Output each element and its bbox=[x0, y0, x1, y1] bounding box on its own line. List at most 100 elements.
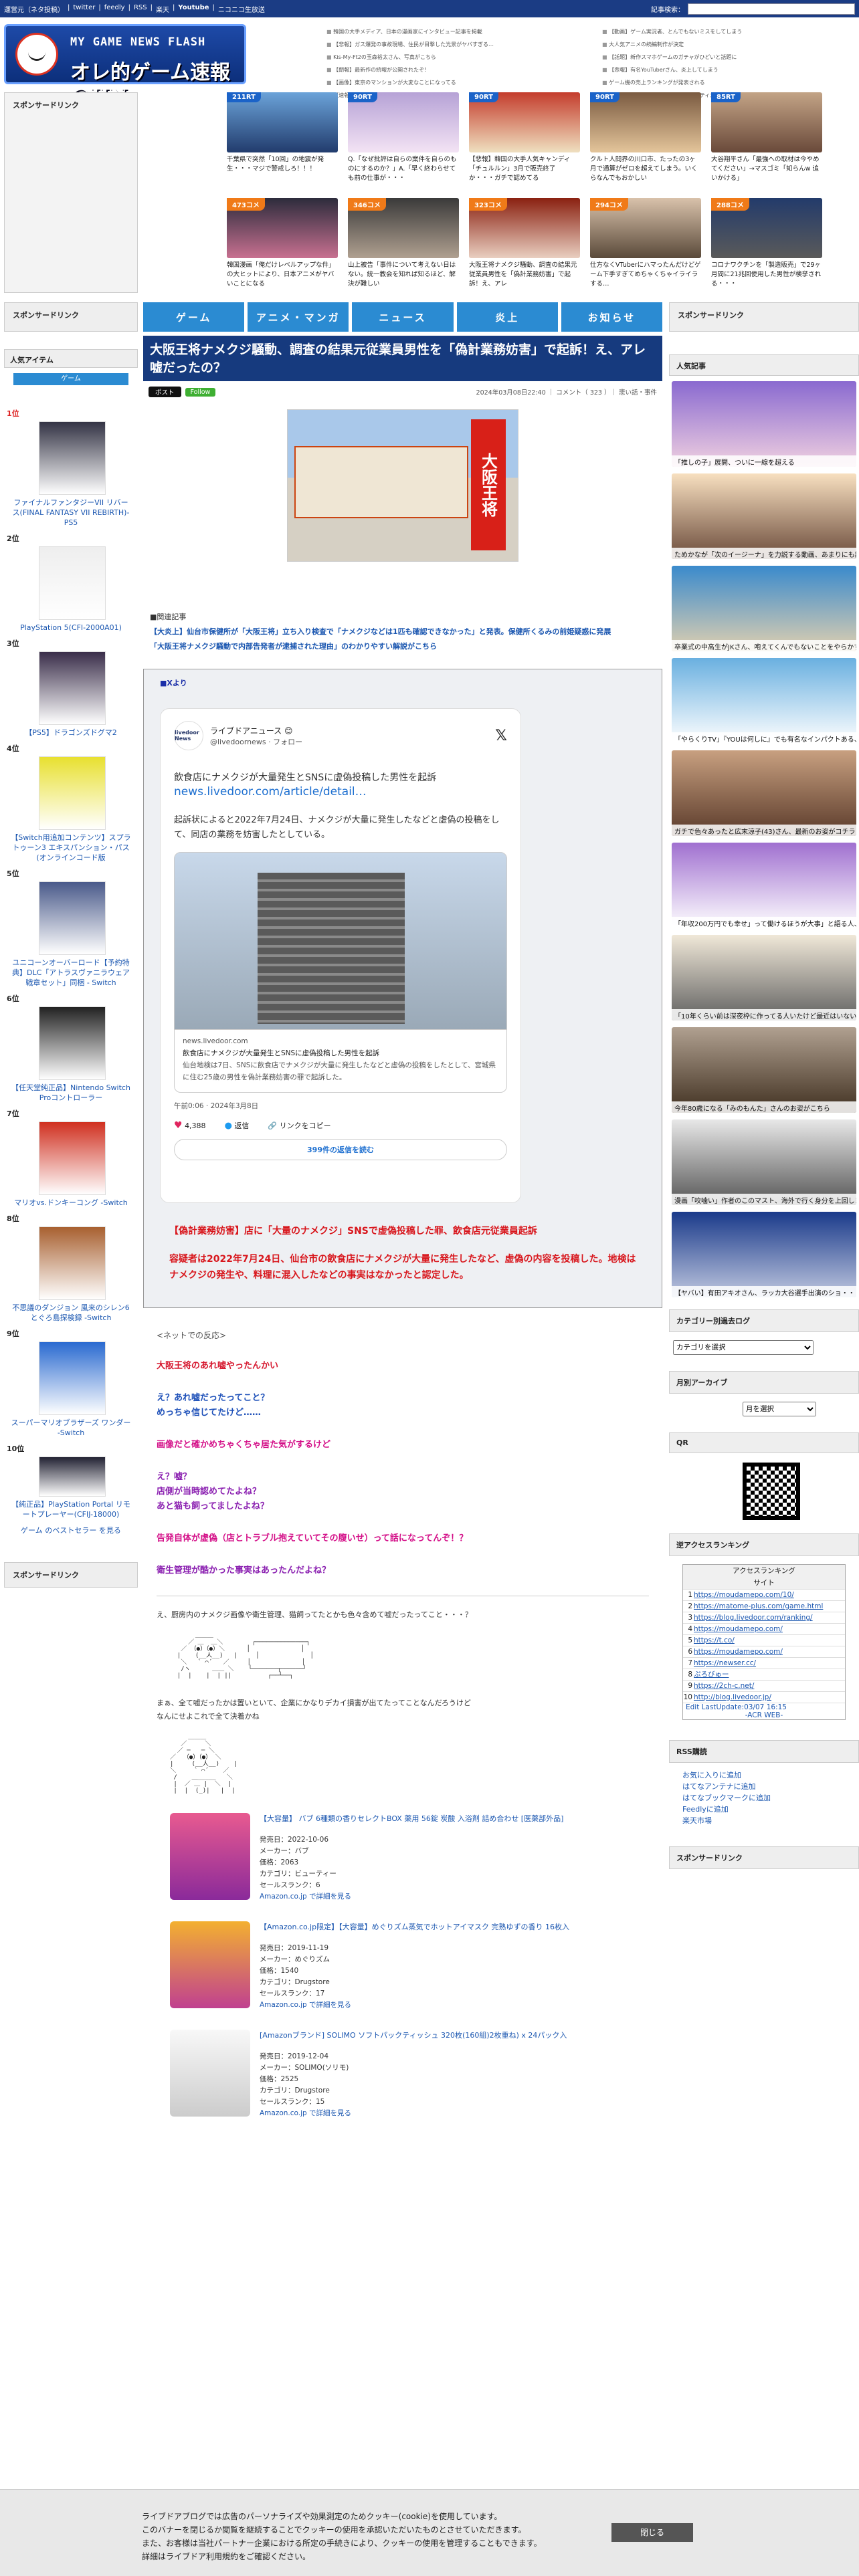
heart-icon[interactable]: ♥ bbox=[174, 1120, 183, 1131]
acr-credit[interactable]: -ACR WEB- bbox=[683, 1711, 845, 1719]
acr-link[interactable]: https://blog.livedoor.com/ranking/ bbox=[694, 1612, 813, 1623]
ranking-image[interactable] bbox=[39, 1121, 106, 1195]
pickup-item[interactable]: 323コメ 大阪王将ナメクジ騒動、調査の結果元従業員男性を「偽計業務妨害」で起訴！… bbox=[466, 198, 583, 298]
product-image[interactable] bbox=[170, 2030, 250, 2117]
nav-item[interactable]: お知らせ bbox=[561, 302, 663, 332]
ranking-title[interactable]: 不思議のダンジョン 風来のシレン6 とぐろ島探検録 -Switch bbox=[4, 1300, 138, 1325]
nav-item[interactable]: ニュース bbox=[352, 302, 454, 332]
ranking-image[interactable] bbox=[39, 1341, 106, 1415]
ranking-image[interactable] bbox=[39, 881, 106, 955]
ranking-image[interactable] bbox=[39, 1457, 106, 1497]
acr-link[interactable]: ぷろびゅー bbox=[694, 1669, 729, 1680]
pickup-caption[interactable]: 韓国漫画「俺だけレベルアップな件」の大ヒットにより、日本アニメがヤバいことになる bbox=[227, 261, 338, 289]
follow-button[interactable]: Follow bbox=[185, 387, 216, 397]
embedded-tweet[interactable]: livedoor News ライブドアニュース 😊 @livedoornews … bbox=[160, 708, 521, 1203]
pickup-caption[interactable]: 仕方なくVTuberにハマったんだけどゲーム下手すぎてめちゃくちゃイライラする… bbox=[590, 261, 701, 289]
month-select[interactable]: 月を選択 bbox=[743, 1402, 816, 1416]
ranking-image[interactable] bbox=[39, 1226, 106, 1300]
pickup-item[interactable]: 288コメ コロナワクチンを「製造販売」で29ヶ月間に21兆回使用した男性が検挙さ… bbox=[708, 198, 825, 298]
pickup-item[interactable]: 90RT 【悲報】韓国の大手人気キャンディ「チュルルン」3月で販売終了か・・・ガチ… bbox=[466, 92, 583, 193]
header-news-link[interactable]: 【朗報】最新作の続報が公開されたぞ！ bbox=[326, 64, 561, 76]
related-link-1[interactable]: 【大炎上】仙台市保健所が「大阪王将」立ち入り検査で「ナメクジなどは1匹も確認でき… bbox=[150, 627, 611, 636]
pickup-item[interactable]: 211RT 千葉県で突然「10回」の地震が発生・・・マジで警戒しろ！！！ bbox=[224, 92, 341, 193]
popular-article-title[interactable]: 卒業式の中高生がJKさん、咆えてくんでもないことをやらかすwwwwwww bbox=[672, 640, 856, 651]
acr-link[interactable]: https://t.co/ bbox=[694, 1635, 735, 1646]
amazon-link[interactable]: Amazon.co.jp で詳細を見る bbox=[260, 2109, 351, 2117]
pickup-caption[interactable]: 山上被告「事件について考えない日はない。統一教会を知れば知るほど、解決が難しい bbox=[348, 261, 459, 289]
pickup-item[interactable]: 473コメ 韓国漫画「俺だけレベルアップな件」の大ヒットにより、日本アニメがヤバい… bbox=[224, 198, 341, 298]
amazon-link[interactable]: Amazon.co.jp で詳細を見る bbox=[260, 2001, 351, 2009]
popular-article-title[interactable]: 「推しの子」展開、ついに一線を超える bbox=[672, 455, 856, 467]
link-icon[interactable]: 🔗 bbox=[268, 1121, 277, 1130]
popular-article[interactable]: ためかなが「次のイージーナ」を力説する動画、あまりにも説得力がありすぎると話題に bbox=[672, 473, 856, 559]
ranking-title[interactable]: 【Switch用追加コンテンツ】スプラトゥーン3 エキスパンション・パス(オンラ… bbox=[4, 830, 138, 865]
pickup-item[interactable]: 294コメ 仕方なくVTuberにハマったんだけどゲーム下手すぎてめちゃくちゃイラ… bbox=[587, 198, 704, 298]
site-logo[interactable]: MY GAME NEWS FLASH オレ的ゲーム速報@JIN bbox=[4, 24, 246, 108]
category-select[interactable]: カテゴリを選択 bbox=[673, 1340, 814, 1355]
popular-article-title[interactable]: 「年収200万円でも幸せ」って働けるほうが大事」と語る人、悲惨な現実がこちら bbox=[672, 917, 856, 928]
ranking-title[interactable]: PlayStation 5(CFI-2000A01) bbox=[4, 620, 138, 635]
popular-article-title[interactable]: 「やらくりTV」『YOUは何しに』でも有名なインパクトある、自分が事故に遭ってた… bbox=[672, 732, 856, 744]
ranking-image[interactable] bbox=[39, 546, 106, 620]
product-image[interactable] bbox=[170, 1813, 250, 1900]
top-link[interactable]: Youtube bbox=[178, 4, 209, 14]
pickup-caption[interactable]: クルト人間界の川口市、たったの3ヶ月で通算がゼロを超えてしまう。いくらなんでもお… bbox=[590, 155, 701, 183]
pickup-caption[interactable]: 大阪王将ナメクジ騒動、調査の結果元従業員男性を「偽計業務妨害」で起訴！え、アレ bbox=[469, 261, 580, 289]
popular-article[interactable]: 漫画「咬噛い」作者のこのマスト、海外で行く身分を上回しまくしてしまう・・・ bbox=[672, 1119, 856, 1205]
header-news-link[interactable]: 【動画】ゲーム実況者、とんでもないミスをしてしまう bbox=[602, 25, 836, 38]
pickup-caption[interactable]: コロナワクチンを「製造販売」で29ヶ月間に21兆回使用した男性が検挙される・・・ bbox=[711, 261, 822, 289]
acr-link[interactable]: https://2ch-c.net/ bbox=[694, 1681, 754, 1691]
consent-close-button[interactable]: 閉じる bbox=[611, 2523, 693, 2542]
popular-article-title[interactable]: ためかなが「次のイージーナ」を力説する動画、あまりにも説得力がありすぎると話題に bbox=[672, 548, 856, 559]
reply-icon[interactable]: ● bbox=[225, 1121, 232, 1131]
bestseller-link[interactable]: ゲーム のベストセラー を見る bbox=[4, 1525, 138, 1535]
header-news-link[interactable]: Kis-My-Ft2の玉森裕太さん、写真がこちら bbox=[326, 51, 561, 64]
acr-edit[interactable]: Edit LastUpdate:03/07 16:15 bbox=[683, 1703, 845, 1711]
tweet-time[interactable]: 午前0:06 · 2024年3月8日 bbox=[174, 1101, 507, 1111]
acr-link[interactable]: http://blog.livedoor.jp/ bbox=[694, 1692, 771, 1703]
ranking-title[interactable]: 【純正品】PlayStation Portal リモートプレーヤー(CFIJ-1… bbox=[4, 1497, 138, 1522]
nav-item[interactable]: ゲーム bbox=[143, 302, 245, 332]
amazon-link[interactable]: Amazon.co.jp で詳細を見る bbox=[260, 1893, 351, 1901]
header-news-link[interactable]: ゲーム機の売上ランキングが発表される bbox=[602, 76, 836, 89]
popular-article-title[interactable]: 漫画「咬噛い」作者のこのマスト、海外で行く身分を上回しまくしてしまう・・・ bbox=[672, 1194, 856, 1205]
pickup-item[interactable]: 346コメ 山上被告「事件について考えない日はない。統一教会を知れば知るほど、解決… bbox=[345, 198, 462, 298]
top-link[interactable]: RSS bbox=[134, 4, 147, 14]
rss-link[interactable]: Feedlyに追加 bbox=[682, 1804, 846, 1815]
nav-item[interactable]: 炎上 bbox=[456, 302, 558, 332]
product-image[interactable] bbox=[170, 1921, 250, 2008]
popular-article[interactable]: 「推しの子」展開、ついに一線を超える bbox=[672, 381, 856, 467]
tab-game[interactable]: ゲーム bbox=[13, 373, 128, 385]
popular-article-title[interactable]: 【ヤバい】有田アキオさん、ラッカ大谷選手出演のショ・・・ bbox=[672, 1286, 856, 1297]
header-news-link[interactable]: 大人気アニメの続編制作が決定 bbox=[602, 38, 836, 51]
acr-link[interactable]: https://newser.cc/ bbox=[694, 1658, 756, 1669]
rss-link[interactable]: 楽天市場 bbox=[682, 1815, 846, 1826]
tweet-avatar[interactable]: livedoor News bbox=[174, 721, 203, 750]
pickup-item[interactable]: 90RT Q.「なぜ批評は自らの案件を自らのものにするのか？」A.「早く終わらせて… bbox=[345, 92, 462, 193]
product-title[interactable]: 【大容量】 バブ 6種類の香りセレクトBOX 薬用 56錠 炭酸 入浴剤 詰め合… bbox=[260, 1813, 634, 1825]
top-link[interactable]: twitter bbox=[73, 4, 95, 14]
tweet-photo[interactable] bbox=[174, 852, 507, 1030]
tweet-handle[interactable]: @livedoornews · フォロー bbox=[210, 736, 302, 747]
rss-link[interactable]: お気に入りに追加 bbox=[682, 1769, 846, 1781]
pickup-caption[interactable]: Q.「なぜ批評は自らの案件を自らのものにするのか？」A.「早く終わらせても前の仕… bbox=[348, 155, 459, 183]
ranking-title[interactable]: ファイナルファンタジーVII リバース(FINAL FANTASY VII RE… bbox=[4, 495, 138, 530]
ranking-image[interactable] bbox=[39, 756, 106, 830]
header-news-link[interactable]: 【悲報】有名YouTuberさん、炎上してしまう bbox=[602, 64, 836, 76]
popular-article-title[interactable]: 今年80歳になる「みのもんた」さんのお姿がこちら bbox=[672, 1101, 856, 1113]
product-title[interactable]: 【Amazon.co.jp限定】【大容量】めぐりズム蒸気でホットアイマスク 完熟… bbox=[260, 1921, 634, 1933]
ranking-title[interactable]: マリオvs.ドンキーコング -Switch bbox=[4, 1195, 138, 1210]
tweet-link-card[interactable]: news.livedoor.com 飲食店にナメクジが大量発生とSNSに虚偽投稿… bbox=[174, 1030, 507, 1093]
acr-link[interactable]: https://moudamepo.com/ bbox=[694, 1624, 783, 1634]
related-link-2[interactable]: 「大阪王将ナメクジ騒動で内部告発者が逮捕された理由」のわかりやすい解説がこちら bbox=[150, 642, 437, 651]
rss-link[interactable]: はてなアンテナに追加 bbox=[682, 1781, 846, 1792]
popular-article[interactable]: 「10年くらい前は深夜枠に作ってる人いたけど最近はいない」的な話題がされてるのが… bbox=[672, 935, 856, 1021]
top-link[interactable]: ニコニコ生放送 bbox=[218, 4, 265, 14]
popular-article[interactable]: 「やらくりTV」『YOUは何しに』でも有名なインパクトある、自分が事故に遭ってた… bbox=[672, 658, 856, 744]
rss-link[interactable]: はてなブックマークに追加 bbox=[682, 1792, 846, 1804]
popular-article[interactable]: ガチで色々あったと広末涼子(43)さん、最新のお姿がコチラ・・・ bbox=[672, 750, 856, 836]
pickup-caption[interactable]: 千葉県で突然「10回」の地震が発生・・・マジで警戒しろ！！！ bbox=[227, 155, 338, 183]
ranking-image[interactable] bbox=[39, 651, 106, 725]
ranking-title[interactable]: スーパーマリオブラザーズ ワンダー -Switch bbox=[4, 1415, 138, 1440]
ranking-title[interactable]: ユニコーンオーバーロード【予約特典】DLC「アトラスヴァニラウェア 戦章セット」… bbox=[4, 955, 138, 990]
